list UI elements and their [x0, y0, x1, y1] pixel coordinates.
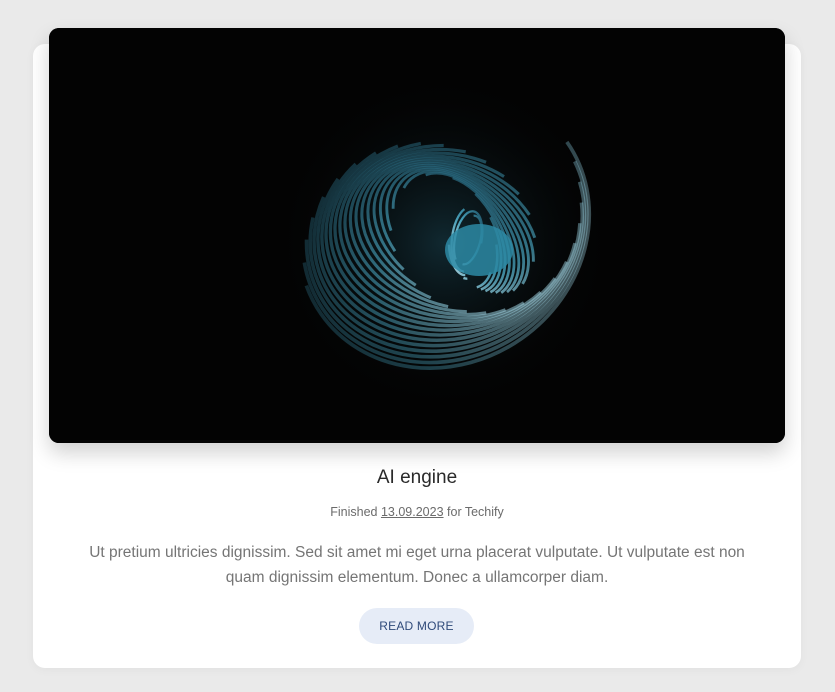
finished-date-link[interactable]: 13.09.2023 [381, 505, 444, 519]
project-image [49, 28, 785, 443]
read-more-button[interactable]: READ MORE [359, 608, 474, 644]
spiral-core [445, 224, 513, 276]
project-meta: Finished 13.09.2023 for Techify [33, 505, 801, 519]
meta-prefix: Finished [330, 505, 378, 519]
meta-suffix: for Techify [447, 505, 504, 519]
project-title: AI engine [376, 467, 458, 488]
page: AI engine Finished 13.09.2023 for Techif… [0, 0, 835, 692]
spiral-artwork [49, 28, 785, 443]
project-description: Ut pretium ultricies dignissim. Sed sit … [89, 544, 745, 586]
